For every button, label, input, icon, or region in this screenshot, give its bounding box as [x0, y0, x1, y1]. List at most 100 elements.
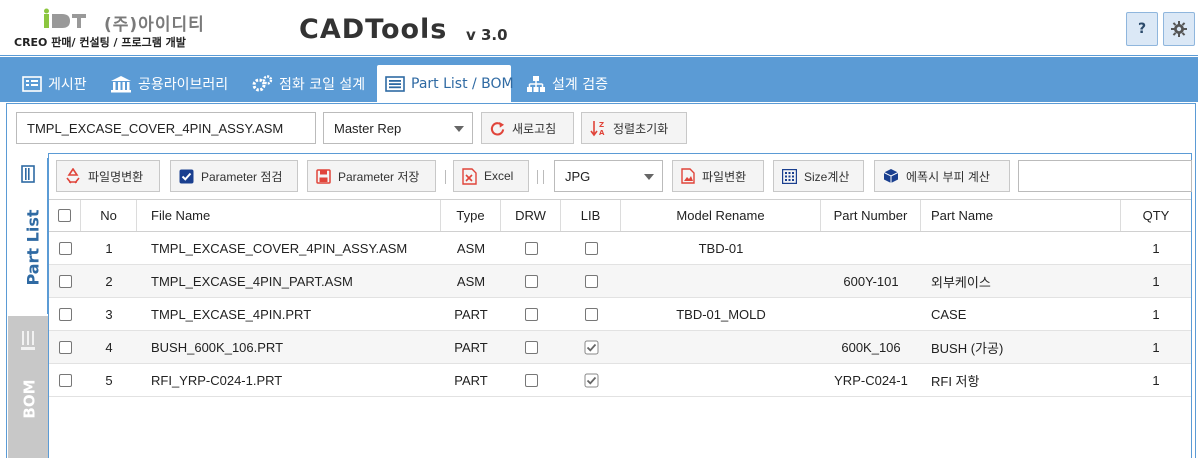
row-model-rename[interactable] [621, 331, 821, 363]
part-list-tab-label: Part List [23, 209, 43, 286]
row-select-checkbox[interactable] [49, 331, 81, 363]
column-header-qty[interactable]: QTY [1121, 200, 1191, 231]
column-header-model-rename[interactable]: Model Rename [621, 200, 821, 231]
table-row[interactable]: 1 TMPL_EXCASE_COVER_4PIN_ASSY.ASM ASM TBD-0… [49, 232, 1191, 265]
row-select-checkbox[interactable] [49, 265, 81, 297]
row-part-number[interactable]: 600K_106 [821, 331, 921, 363]
row-drw-checkbox[interactable] [501, 298, 561, 330]
tab-part-list-bom[interactable]: Part List / BOM [377, 65, 514, 102]
company-tagline: CREO 판매/ 컨설팅 / 프로그램 개발 [14, 36, 186, 49]
row-select-checkbox[interactable] [49, 232, 81, 264]
main-tab-bar: 게시판 공용라이브러리 점화 코일 설계 Part List / BOM 설계 … [0, 57, 1198, 102]
parameter-check-button[interactable]: Parameter 점검 [170, 160, 298, 192]
row-drw-checkbox[interactable] [501, 364, 561, 396]
column-header-part-name[interactable]: Part Name [921, 200, 1121, 231]
row-drw-checkbox[interactable] [501, 331, 561, 363]
tab-board[interactable]: 게시판 [14, 65, 95, 102]
row-part-name[interactable]: CASE [921, 298, 1121, 330]
file-rename-label: 파일명변환 [88, 169, 144, 184]
representation-value: Master Rep [334, 120, 402, 136]
image-format-select[interactable]: JPG [554, 160, 663, 192]
row-type: PART [454, 339, 488, 355]
row-part-name[interactable]: BUSH (가공) [921, 331, 1121, 363]
excel-icon [462, 167, 477, 185]
settings-button[interactable] [1163, 12, 1195, 46]
tab-label: 공용라이브러리 [138, 76, 229, 93]
table-header-row: No File Name Type DRW LIB Model Rename P… [49, 199, 1191, 232]
row-lib-checkbox[interactable] [561, 265, 621, 297]
bom-tab-label: BOM [20, 379, 39, 419]
help-button[interactable]: ? [1126, 12, 1158, 46]
row-lib-checkbox[interactable] [561, 364, 621, 396]
epoxy-volume-label: 에폭시 부피 계산 [906, 169, 990, 184]
row-part-name[interactable] [921, 232, 1121, 264]
chevron-down-icon [644, 174, 654, 180]
app-title: CADTools [299, 14, 448, 45]
calculator-icon [782, 168, 797, 184]
tab-ignition-coil[interactable]: 점화 코일 설계 [243, 65, 373, 102]
row-no: 4 [105, 339, 113, 355]
table-row[interactable]: 4 BUSH_600K_106.PRT PART 600K_106 BUSH (가공) 1 [49, 331, 1191, 364]
table-row[interactable]: 5 RFI_YRP-C024-1.PRT PART YRP-C024-1 RFI 저항 1 [49, 364, 1191, 397]
column-header-part-number[interactable]: Part Number [821, 200, 921, 231]
gears-icon [251, 74, 273, 93]
epoxy-volume-button[interactable]: 에폭시 부피 계산 [874, 160, 1010, 192]
row-part-name[interactable]: RFI 저항 [921, 364, 1121, 396]
table-row[interactable]: 3 TMPL_EXCASE_4PIN.PRT PART TBD-01_MOLD CASE… [49, 298, 1191, 331]
size-calc-label: Size계산 [804, 169, 850, 184]
row-part-number[interactable] [821, 232, 921, 264]
row-no: 1 [105, 240, 113, 256]
row-part-number[interactable]: YRP-C024-1 [821, 364, 921, 396]
tab-library[interactable]: 공용라이브러리 [102, 65, 236, 102]
library-icon [110, 75, 132, 93]
row-qty: 1 [1152, 372, 1160, 388]
row-drw-checkbox[interactable] [501, 265, 561, 297]
row-lib-checkbox[interactable] [561, 298, 621, 330]
row-part-name[interactable]: 외부케이스 [921, 265, 1121, 297]
assembly-file-field[interactable]: TMPL_EXCASE_COVER_4PIN_ASSY.ASM [16, 112, 316, 144]
refresh-button[interactable]: 새로고침 [481, 112, 574, 144]
company-name: (주)아이디티 [104, 15, 205, 35]
parameter-check-label: Parameter 점검 [201, 169, 283, 184]
row-select-checkbox[interactable] [49, 298, 81, 330]
search-input[interactable] [1018, 160, 1192, 192]
assembly-file-name: TMPL_EXCASE_COVER_4PIN_ASSY.ASM [27, 120, 284, 136]
sort-reset-label: 정렬초기화 [613, 121, 669, 136]
row-type: ASM [456, 273, 486, 289]
row-part-number[interactable]: 600Y-101 [821, 265, 921, 297]
row-no: 3 [105, 306, 113, 322]
row-type: ASM [456, 240, 486, 256]
refresh-icon [490, 121, 505, 136]
file-convert-label: 파일변환 [702, 169, 747, 184]
file-rename-button[interactable]: 파일명변환 [56, 160, 160, 192]
row-model-rename[interactable] [621, 364, 821, 396]
column-header-file-name[interactable]: File Name [137, 200, 441, 231]
tab-design-verify[interactable]: 설계 검증 [518, 65, 616, 102]
size-calc-button[interactable]: Size계산 [773, 160, 864, 192]
sort-reset-button[interactable]: ZA 정렬초기화 [581, 112, 687, 144]
row-lib-checkbox[interactable] [561, 232, 621, 264]
column-header-type[interactable]: Type [441, 200, 501, 231]
row-model-rename[interactable]: TBD-01_MOLD [621, 298, 821, 330]
row-select-checkbox[interactable] [49, 364, 81, 396]
row-model-rename[interactable] [621, 265, 821, 297]
column-header-lib[interactable]: LIB [561, 200, 621, 231]
row-part-number[interactable] [821, 298, 921, 330]
row-model-rename[interactable]: TBD-01 [621, 232, 821, 264]
image-file-icon [681, 168, 695, 184]
excel-button[interactable]: Excel [453, 160, 529, 192]
representation-select[interactable]: Master Rep [323, 112, 473, 144]
column-header-drw[interactable]: DRW [501, 200, 561, 231]
column-header-no[interactable]: No [81, 200, 137, 231]
side-tab-part-list[interactable]: Part List [8, 158, 48, 314]
row-lib-checkbox[interactable] [561, 331, 621, 363]
chevron-down-icon [454, 126, 464, 132]
row-drw-checkbox[interactable] [501, 232, 561, 264]
app-version: v 3.0 [466, 26, 508, 44]
table-row[interactable]: 2 TMPL_EXCASE_4PIN_PART.ASM ASM 600Y-101 외부케… [49, 265, 1191, 298]
select-all-checkbox[interactable] [49, 200, 81, 231]
side-tab-bom[interactable]: BOM [8, 316, 48, 458]
tab-label: 점화 코일 설계 [279, 76, 366, 93]
file-convert-button[interactable]: 파일변환 [672, 160, 764, 192]
parameter-save-button[interactable]: Parameter 저장 [307, 160, 436, 192]
